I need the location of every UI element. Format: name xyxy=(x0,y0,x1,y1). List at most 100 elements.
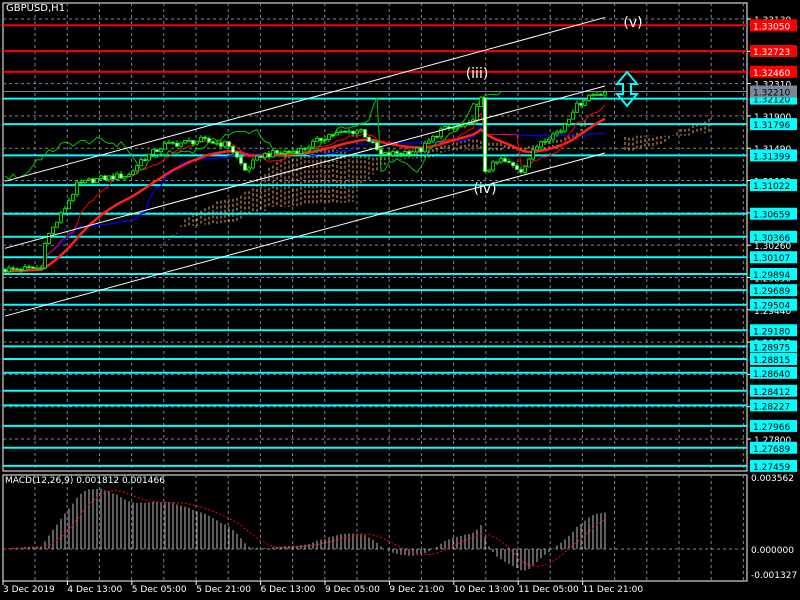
candle-body xyxy=(263,153,267,158)
candle-body xyxy=(51,226,55,234)
candle-body xyxy=(175,142,179,147)
candle-body xyxy=(27,266,31,269)
candle-body xyxy=(527,158,531,168)
candle-body xyxy=(575,102,579,113)
time-axis-label: 5 Dec 21:00 xyxy=(196,585,251,595)
candle-body xyxy=(359,129,363,132)
candle-body xyxy=(459,125,463,128)
double-arrow-icon xyxy=(614,70,640,108)
candle-body xyxy=(139,159,143,167)
macd-signal-line xyxy=(4,490,606,567)
candle-body xyxy=(11,267,15,270)
candle-body xyxy=(479,97,483,107)
support-level-label: 1.31022 xyxy=(753,182,790,192)
candle-body xyxy=(435,135,439,138)
time-axis-label: 3 Dec 2019 xyxy=(3,585,55,595)
candle-body xyxy=(63,208,67,214)
candle-body xyxy=(327,134,331,140)
candle-body xyxy=(399,152,403,155)
candle-body xyxy=(87,178,91,181)
candle-body xyxy=(515,165,519,170)
candle-body xyxy=(555,131,559,135)
candle-body xyxy=(79,181,83,184)
chart-title: GBPUSD,H1 xyxy=(6,3,66,14)
support-level-label: 1.27459 xyxy=(753,463,790,473)
candle-body xyxy=(571,111,575,120)
candle-body xyxy=(507,161,511,163)
candle-body xyxy=(227,141,231,147)
candle-body xyxy=(483,97,487,172)
candle-body xyxy=(259,155,263,158)
candle-body xyxy=(299,147,303,154)
candle-body xyxy=(579,102,583,106)
ichimoku-cloud xyxy=(144,118,710,270)
candle-body xyxy=(339,130,343,133)
candle-body xyxy=(415,147,419,153)
candle-body xyxy=(291,150,295,153)
candle-body xyxy=(591,94,595,96)
support-level-label: 1.30107 xyxy=(753,254,790,264)
candle-body xyxy=(191,140,195,145)
time-axis-label: 4 Dec 13:00 xyxy=(67,585,122,595)
candle-body xyxy=(411,151,415,155)
time-axis-label: 11 Dec 21:00 xyxy=(583,585,644,595)
candle-body xyxy=(503,158,507,162)
candle-body xyxy=(151,149,155,155)
time-axis-label: 9 Dec 21:00 xyxy=(389,585,444,595)
candle-body xyxy=(251,159,255,169)
candle-body xyxy=(127,174,131,177)
candle-body xyxy=(535,146,539,151)
candle-body xyxy=(307,146,311,150)
candle-body xyxy=(247,167,251,171)
macd-axis-label: 0.000000 xyxy=(751,546,794,556)
candle-body xyxy=(511,162,515,167)
support-level-label: 1.29504 xyxy=(753,302,790,312)
elliott-wave-label: (iii) xyxy=(466,66,489,82)
candle-body xyxy=(543,140,547,143)
candle-body xyxy=(559,130,563,133)
support-level-label: 1.27966 xyxy=(753,423,790,433)
candle-body xyxy=(539,141,543,148)
candle-body xyxy=(391,151,395,156)
candle-body xyxy=(59,212,63,223)
candle-body xyxy=(315,137,319,142)
resistance-level-label: 1.32460 xyxy=(753,69,790,79)
candle-body xyxy=(287,151,291,153)
resistance-level-label: 1.33050 xyxy=(753,22,790,32)
candle-body xyxy=(595,94,599,96)
candle-body xyxy=(419,147,423,153)
elliott-wave-label: (v) xyxy=(623,15,642,31)
candle-body xyxy=(383,152,387,155)
price-chart[interactable]: 1.331301.327201.323101.319001.314901.310… xyxy=(0,0,800,600)
candle-body xyxy=(371,141,375,144)
candle-body xyxy=(15,268,19,271)
candle-body xyxy=(355,130,359,135)
candle-body xyxy=(367,136,371,143)
candle-body xyxy=(523,166,527,173)
candle-body xyxy=(135,165,139,172)
candle-body xyxy=(279,152,283,155)
candle-body xyxy=(31,266,35,269)
candle-body xyxy=(283,151,287,154)
candle-body xyxy=(563,123,567,132)
candle-body xyxy=(243,162,247,171)
candle-body xyxy=(159,148,163,153)
candle-body xyxy=(375,142,379,150)
candle-body xyxy=(451,127,455,130)
candle-body xyxy=(351,130,355,135)
candle-body xyxy=(215,142,219,145)
elliott-wave-label: (iv) xyxy=(473,181,496,197)
support-level-label: 1.28227 xyxy=(753,402,790,412)
candle-body xyxy=(163,142,167,150)
candle-body xyxy=(123,176,127,179)
candle-body xyxy=(295,150,299,154)
candle-body xyxy=(387,152,391,156)
candle-body xyxy=(491,161,495,171)
support-level-label: 1.28412 xyxy=(753,388,790,398)
candle-body xyxy=(599,94,603,96)
candle-body xyxy=(275,150,279,154)
support-level-label: 1.31399 xyxy=(753,152,790,162)
candle-body xyxy=(95,178,99,184)
candle-body xyxy=(331,134,335,137)
candle-body xyxy=(67,200,71,210)
